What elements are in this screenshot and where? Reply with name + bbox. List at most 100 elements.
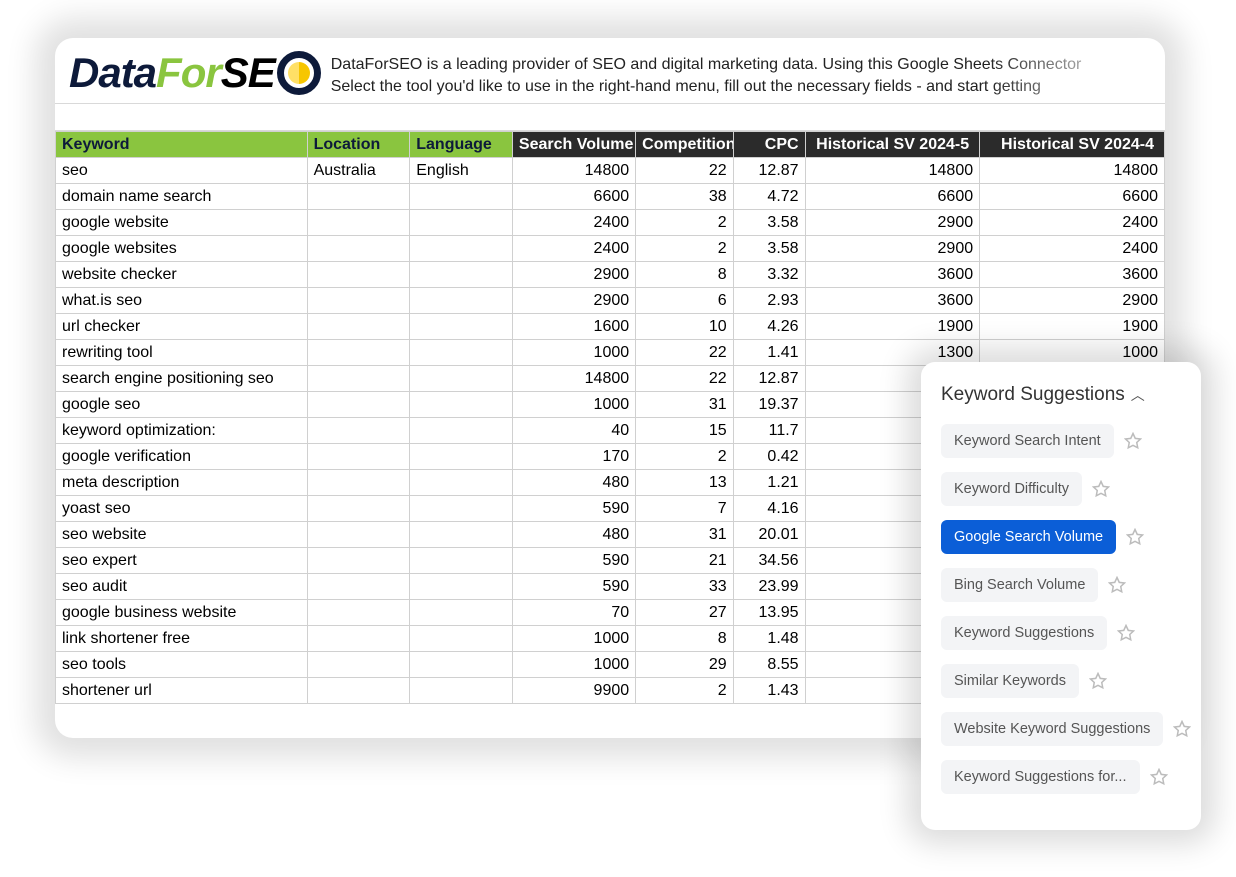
cell-location[interactable]: Australia [307,158,410,184]
star-icon[interactable] [1089,672,1107,690]
cell-cpc[interactable]: 23.99 [733,574,805,600]
cell-cpc[interactable]: 1.41 [733,340,805,366]
star-icon[interactable] [1126,528,1144,546]
cell-location[interactable] [307,574,410,600]
table-row[interactable]: google website240023.5829002400 [56,210,1165,236]
cell-competition[interactable]: 31 [636,392,734,418]
table-row[interactable]: google websites240023.5829002400 [56,236,1165,262]
suggestion-chip[interactable]: Keyword Difficulty [941,472,1082,506]
cell-search-volume[interactable]: 590 [512,574,635,600]
cell-language[interactable] [410,418,513,444]
cell-competition[interactable]: 8 [636,626,734,652]
cell-keyword[interactable]: seo audit [56,574,308,600]
cell-search-volume[interactable]: 70 [512,600,635,626]
cell-keyword[interactable]: link shortener free [56,626,308,652]
cell-cpc[interactable]: 0.42 [733,444,805,470]
cell-language[interactable] [410,652,513,678]
cell-competition[interactable]: 7 [636,496,734,522]
cell-keyword[interactable]: seo website [56,522,308,548]
cell-hist-2[interactable]: 2400 [980,210,1165,236]
cell-location[interactable] [307,236,410,262]
cell-keyword[interactable]: google website [56,210,308,236]
cell-cpc[interactable]: 1.43 [733,678,805,704]
cell-competition[interactable]: 29 [636,652,734,678]
cell-competition[interactable]: 13 [636,470,734,496]
cell-cpc[interactable]: 4.16 [733,496,805,522]
cell-cpc[interactable]: 12.87 [733,366,805,392]
cell-location[interactable] [307,418,410,444]
cell-location[interactable] [307,548,410,574]
cell-language[interactable] [410,366,513,392]
cell-cpc[interactable]: 8.55 [733,652,805,678]
cell-language[interactable] [410,288,513,314]
cell-hist-2[interactable]: 2400 [980,236,1165,262]
cell-location[interactable] [307,470,410,496]
cell-location[interactable] [307,340,410,366]
col-hist-2[interactable]: Historical SV 2024-4 [980,132,1165,158]
cell-keyword[interactable]: what.is seo [56,288,308,314]
cell-competition[interactable]: 15 [636,418,734,444]
cell-search-volume[interactable]: 2400 [512,236,635,262]
cell-keyword[interactable]: meta description [56,470,308,496]
table-row[interactable]: seoAustraliaEnglish148002212.87148001480… [56,158,1165,184]
cell-keyword[interactable]: google websites [56,236,308,262]
cell-language[interactable] [410,392,513,418]
cell-keyword[interactable]: google business website [56,600,308,626]
cell-competition[interactable]: 10 [636,314,734,340]
cell-competition[interactable]: 22 [636,366,734,392]
cell-cpc[interactable]: 11.7 [733,418,805,444]
cell-competition[interactable]: 6 [636,288,734,314]
star-icon[interactable] [1150,768,1168,786]
cell-search-volume[interactable]: 40 [512,418,635,444]
col-search-volume[interactable]: Search Volume [512,132,635,158]
table-row[interactable]: url checker1600104.2619001900 [56,314,1165,340]
cell-competition[interactable]: 31 [636,522,734,548]
cell-keyword[interactable]: shortener url [56,678,308,704]
cell-cpc[interactable]: 34.56 [733,548,805,574]
cell-hist-2[interactable]: 2900 [980,288,1165,314]
cell-competition[interactable]: 22 [636,158,734,184]
col-language[interactable]: Language [410,132,513,158]
suggestion-chip[interactable]: Bing Search Volume [941,568,1098,602]
col-location[interactable]: Location [307,132,410,158]
cell-location[interactable] [307,496,410,522]
cell-search-volume[interactable]: 480 [512,522,635,548]
cell-keyword[interactable]: seo tools [56,652,308,678]
cell-cpc[interactable]: 3.58 [733,236,805,262]
cell-keyword[interactable]: url checker [56,314,308,340]
suggestion-chip[interactable]: Google Search Volume [941,520,1116,554]
cell-location[interactable] [307,600,410,626]
cell-search-volume[interactable]: 1000 [512,626,635,652]
cell-competition[interactable]: 2 [636,236,734,262]
cell-hist-2[interactable]: 14800 [980,158,1165,184]
cell-search-volume[interactable]: 1000 [512,340,635,366]
suggestion-chip[interactable]: Website Keyword Suggestions [941,712,1163,746]
cell-search-volume[interactable]: 9900 [512,678,635,704]
cell-keyword[interactable]: website checker [56,262,308,288]
table-row[interactable]: domain name search6600384.7266006600 [56,184,1165,210]
cell-search-volume[interactable]: 2900 [512,288,635,314]
cell-competition[interactable]: 22 [636,340,734,366]
cell-language[interactable]: English [410,158,513,184]
cell-hist-1[interactable]: 6600 [805,184,980,210]
star-icon[interactable] [1173,720,1191,738]
cell-competition[interactable]: 2 [636,444,734,470]
cell-keyword[interactable]: google verification [56,444,308,470]
cell-hist-1[interactable]: 1900 [805,314,980,340]
cell-hist-2[interactable]: 3600 [980,262,1165,288]
cell-hist-1[interactable]: 3600 [805,288,980,314]
cell-cpc[interactable]: 20.01 [733,522,805,548]
cell-language[interactable] [410,574,513,600]
cell-search-volume[interactable]: 2900 [512,262,635,288]
star-icon[interactable] [1108,576,1126,594]
col-cpc[interactable]: CPC [733,132,805,158]
cell-search-volume[interactable]: 590 [512,548,635,574]
cell-language[interactable] [410,626,513,652]
cell-hist-1[interactable]: 2900 [805,210,980,236]
cell-cpc[interactable]: 19.37 [733,392,805,418]
cell-keyword[interactable]: yoast seo [56,496,308,522]
cell-cpc[interactable]: 3.32 [733,262,805,288]
cell-competition[interactable]: 38 [636,184,734,210]
cell-cpc[interactable]: 3.58 [733,210,805,236]
suggestion-chip[interactable]: Keyword Suggestions [941,616,1107,650]
